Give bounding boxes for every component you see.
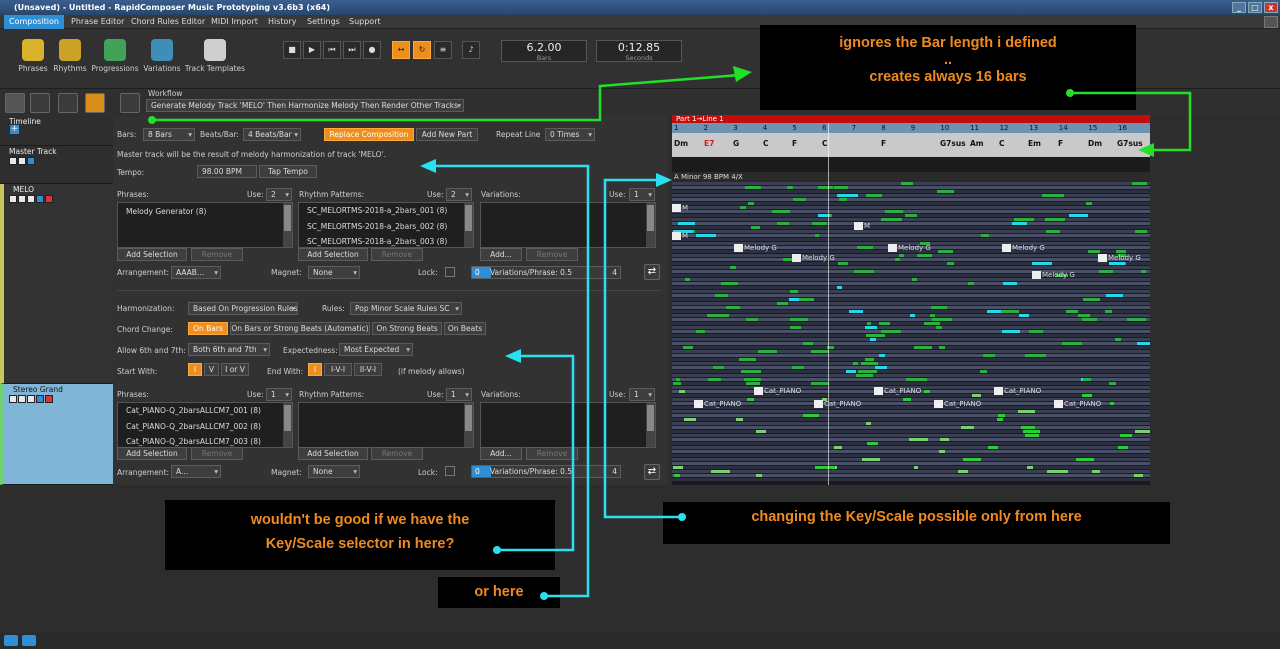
annotation-arrows [148,66,1192,600]
status-right-icon[interactable] [22,635,36,646]
or-here-arrow [432,164,590,598]
suggestion-arrow [497,354,575,552]
status-left-icon[interactable] [4,635,18,646]
bars-arrow [152,73,741,122]
status-bar [0,633,1280,649]
key-scale-arrow [603,178,680,519]
sixteen-bars-arrow [1070,91,1192,152]
